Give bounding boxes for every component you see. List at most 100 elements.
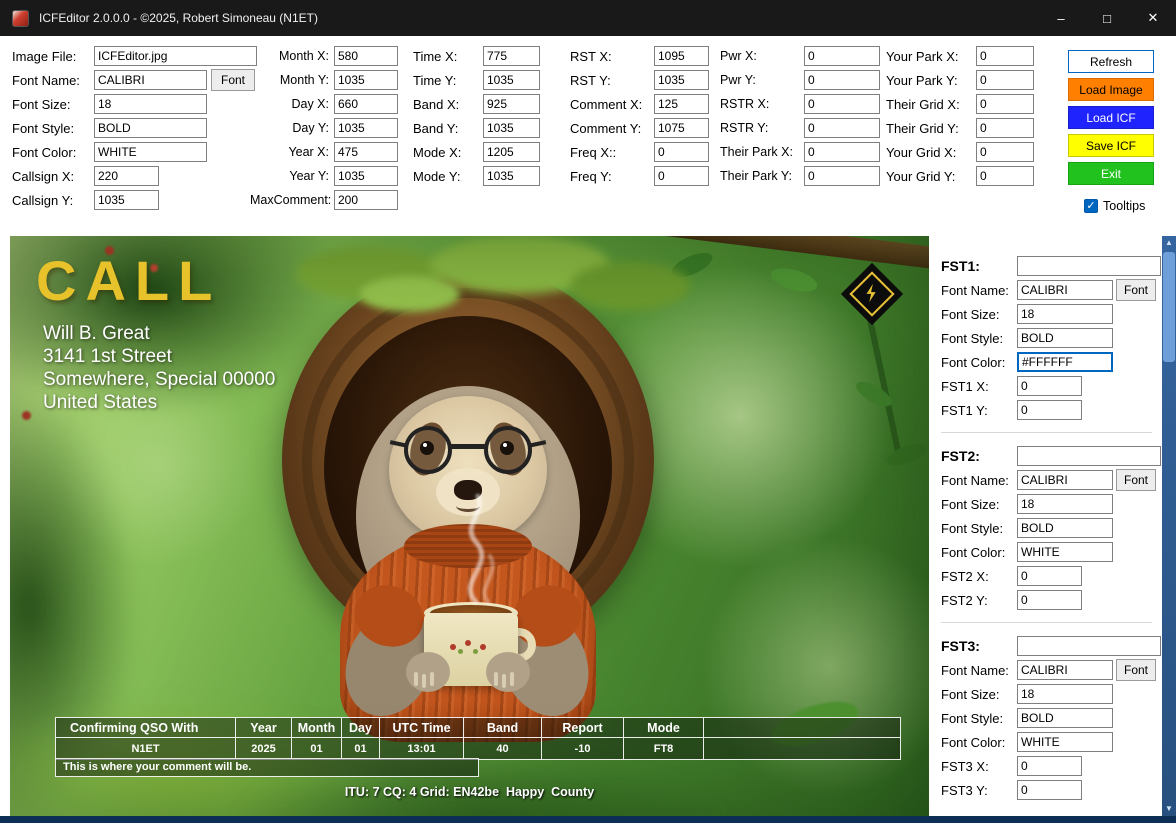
- font-size-input[interactable]: [94, 94, 207, 114]
- band-y-input[interactable]: [483, 118, 540, 138]
- fst3-font-style-input[interactable]: [1017, 708, 1113, 728]
- fst2-font-picker-button[interactable]: Font: [1116, 469, 1156, 491]
- fst3-font-size-label: Font Size:: [941, 687, 1017, 702]
- day-x-input[interactable]: [334, 94, 398, 114]
- fst1-font-picker-button[interactable]: Font: [1116, 279, 1156, 301]
- fst2-x-input[interactable]: [1017, 566, 1082, 586]
- callsign-y-input[interactable]: [94, 190, 159, 210]
- minimize-button[interactable]: –: [1038, 0, 1084, 36]
- your-grid-y-input[interactable]: [976, 166, 1034, 186]
- close-button[interactable]: ✕: [1130, 0, 1176, 36]
- comment-y-input[interactable]: [654, 118, 709, 138]
- tooltips-checkbox[interactable]: ✓: [1084, 199, 1098, 213]
- fst1-x-label: FST1 X:: [941, 379, 1017, 394]
- their-grid-y-input[interactable]: [976, 118, 1034, 138]
- fst-divider-1: [941, 432, 1152, 434]
- fst2-font-color-input[interactable]: [1017, 542, 1113, 562]
- refresh-button[interactable]: Refresh: [1068, 50, 1154, 73]
- font-style-label: Font Style:: [12, 121, 94, 136]
- fst1-font-color-input[interactable]: [1017, 352, 1113, 372]
- comment-x-input[interactable]: [654, 94, 709, 114]
- qso-value-day: 01: [342, 738, 380, 759]
- fst2-font-name-input[interactable]: [1017, 470, 1113, 490]
- check-icon: ✓: [1086, 200, 1095, 212]
- glasses-bridge: [450, 444, 486, 449]
- fst3-font-color-input[interactable]: [1017, 732, 1113, 752]
- fst1-font-style-input[interactable]: [1017, 328, 1113, 348]
- their-grid-x-input[interactable]: [976, 94, 1034, 114]
- rstr-y-input[interactable]: [804, 118, 880, 138]
- fst3-y-input[interactable]: [1017, 780, 1082, 800]
- fst1-y-input[interactable]: [1017, 400, 1082, 420]
- fst1-section: FST1: Font Name:Font Font Size: Font Sty…: [941, 256, 1162, 420]
- save-icf-button[interactable]: Save ICF: [1068, 134, 1154, 157]
- fst3-font-picker-button[interactable]: Font: [1116, 659, 1156, 681]
- fst3-y-label: FST3 Y:: [941, 783, 1017, 798]
- fst2-font-size-input[interactable]: [1017, 494, 1113, 514]
- freq-x-input[interactable]: [654, 142, 709, 162]
- font-style-input[interactable]: [94, 118, 207, 138]
- your-grid-x-input[interactable]: [976, 142, 1034, 162]
- year-y-input[interactable]: [334, 166, 398, 186]
- qso-value-band: 40: [464, 738, 542, 759]
- year-x-input[interactable]: [334, 142, 398, 162]
- fst1-font-size-input[interactable]: [1017, 304, 1113, 324]
- image-file-input[interactable]: [94, 46, 257, 66]
- maximize-button[interactable]: □: [1084, 0, 1130, 36]
- qso-value-year: 2025: [236, 738, 292, 759]
- fst1-text-input[interactable]: [1017, 256, 1161, 276]
- mug-deco-dot-3: [480, 644, 486, 650]
- load-image-button[interactable]: Load Image: [1068, 78, 1154, 101]
- scroll-down-icon[interactable]: ▼: [1162, 802, 1176, 816]
- maxcomment-input[interactable]: [334, 190, 398, 210]
- their-park-x-input[interactable]: [804, 142, 880, 162]
- vertical-scrollbar[interactable]: ▲ ▼: [1162, 236, 1176, 816]
- fst1-font-size-label: Font Size:: [941, 307, 1017, 322]
- their-park-x-label: Their Park X:: [720, 145, 804, 159]
- fst3-text-input[interactable]: [1017, 636, 1161, 656]
- rstr-x-input[interactable]: [804, 94, 880, 114]
- fst1-x-input[interactable]: [1017, 376, 1082, 396]
- callsign-x-input[interactable]: [94, 166, 159, 186]
- font-name-input[interactable]: [94, 70, 207, 90]
- mode-y-input[interactable]: [483, 166, 540, 186]
- scrollbar-thumb[interactable]: [1163, 252, 1175, 362]
- mode-x-input[interactable]: [483, 142, 540, 162]
- main-area: CALL Will B. Great 3141 1st Street Somew…: [0, 236, 1176, 816]
- action-buttons: Refresh Load Image Load ICF Save ICF Exi…: [1068, 50, 1154, 213]
- exit-button[interactable]: Exit: [1068, 162, 1154, 185]
- rstr-y-label: RSTR Y:: [720, 121, 804, 135]
- time-x-input[interactable]: [483, 46, 540, 66]
- month-y-input[interactable]: [334, 70, 398, 90]
- scroll-up-icon[interactable]: ▲: [1162, 236, 1176, 250]
- your-park-x-input[interactable]: [976, 46, 1034, 66]
- fst3-x-input[interactable]: [1017, 756, 1082, 776]
- maxcomment-label: MaxComment:: [250, 193, 334, 207]
- load-icf-button[interactable]: Load ICF: [1068, 106, 1154, 129]
- claw-4: [494, 672, 498, 686]
- month-x-input[interactable]: [334, 46, 398, 66]
- rst-y-input[interactable]: [654, 70, 709, 90]
- pwr-y-input[interactable]: [804, 70, 880, 90]
- their-park-y-input[interactable]: [804, 166, 880, 186]
- font-picker-button[interactable]: Font: [211, 69, 255, 91]
- fst2-font-style-input[interactable]: [1017, 518, 1113, 538]
- rst-x-input[interactable]: [654, 46, 709, 66]
- qso-value-utc-time: 13:01: [380, 738, 464, 759]
- time-y-input[interactable]: [483, 70, 540, 90]
- column-pwr-rstr-theirpark: Pwr X: Pwr Y: RSTR X: RSTR Y: Their Park…: [720, 46, 880, 190]
- fst2-text-input[interactable]: [1017, 446, 1161, 466]
- fst2-y-input[interactable]: [1017, 590, 1082, 610]
- fst3-font-size-input[interactable]: [1017, 684, 1113, 704]
- comment-x-label: Comment X:: [570, 97, 654, 112]
- freq-y-input[interactable]: [654, 166, 709, 186]
- band-x-input[interactable]: [483, 94, 540, 114]
- fst1-font-name-input[interactable]: [1017, 280, 1113, 300]
- day-y-input[interactable]: [334, 118, 398, 138]
- your-park-y-input[interactable]: [976, 70, 1034, 90]
- fst3-section: FST3: Font Name:Font Font Size: Font Sty…: [941, 636, 1162, 800]
- window-title: ICFEditor 2.0.0.0 - ©2025, Robert Simone…: [39, 11, 318, 25]
- fst3-font-name-input[interactable]: [1017, 660, 1113, 680]
- font-color-input[interactable]: [94, 142, 207, 162]
- pwr-x-input[interactable]: [804, 46, 880, 66]
